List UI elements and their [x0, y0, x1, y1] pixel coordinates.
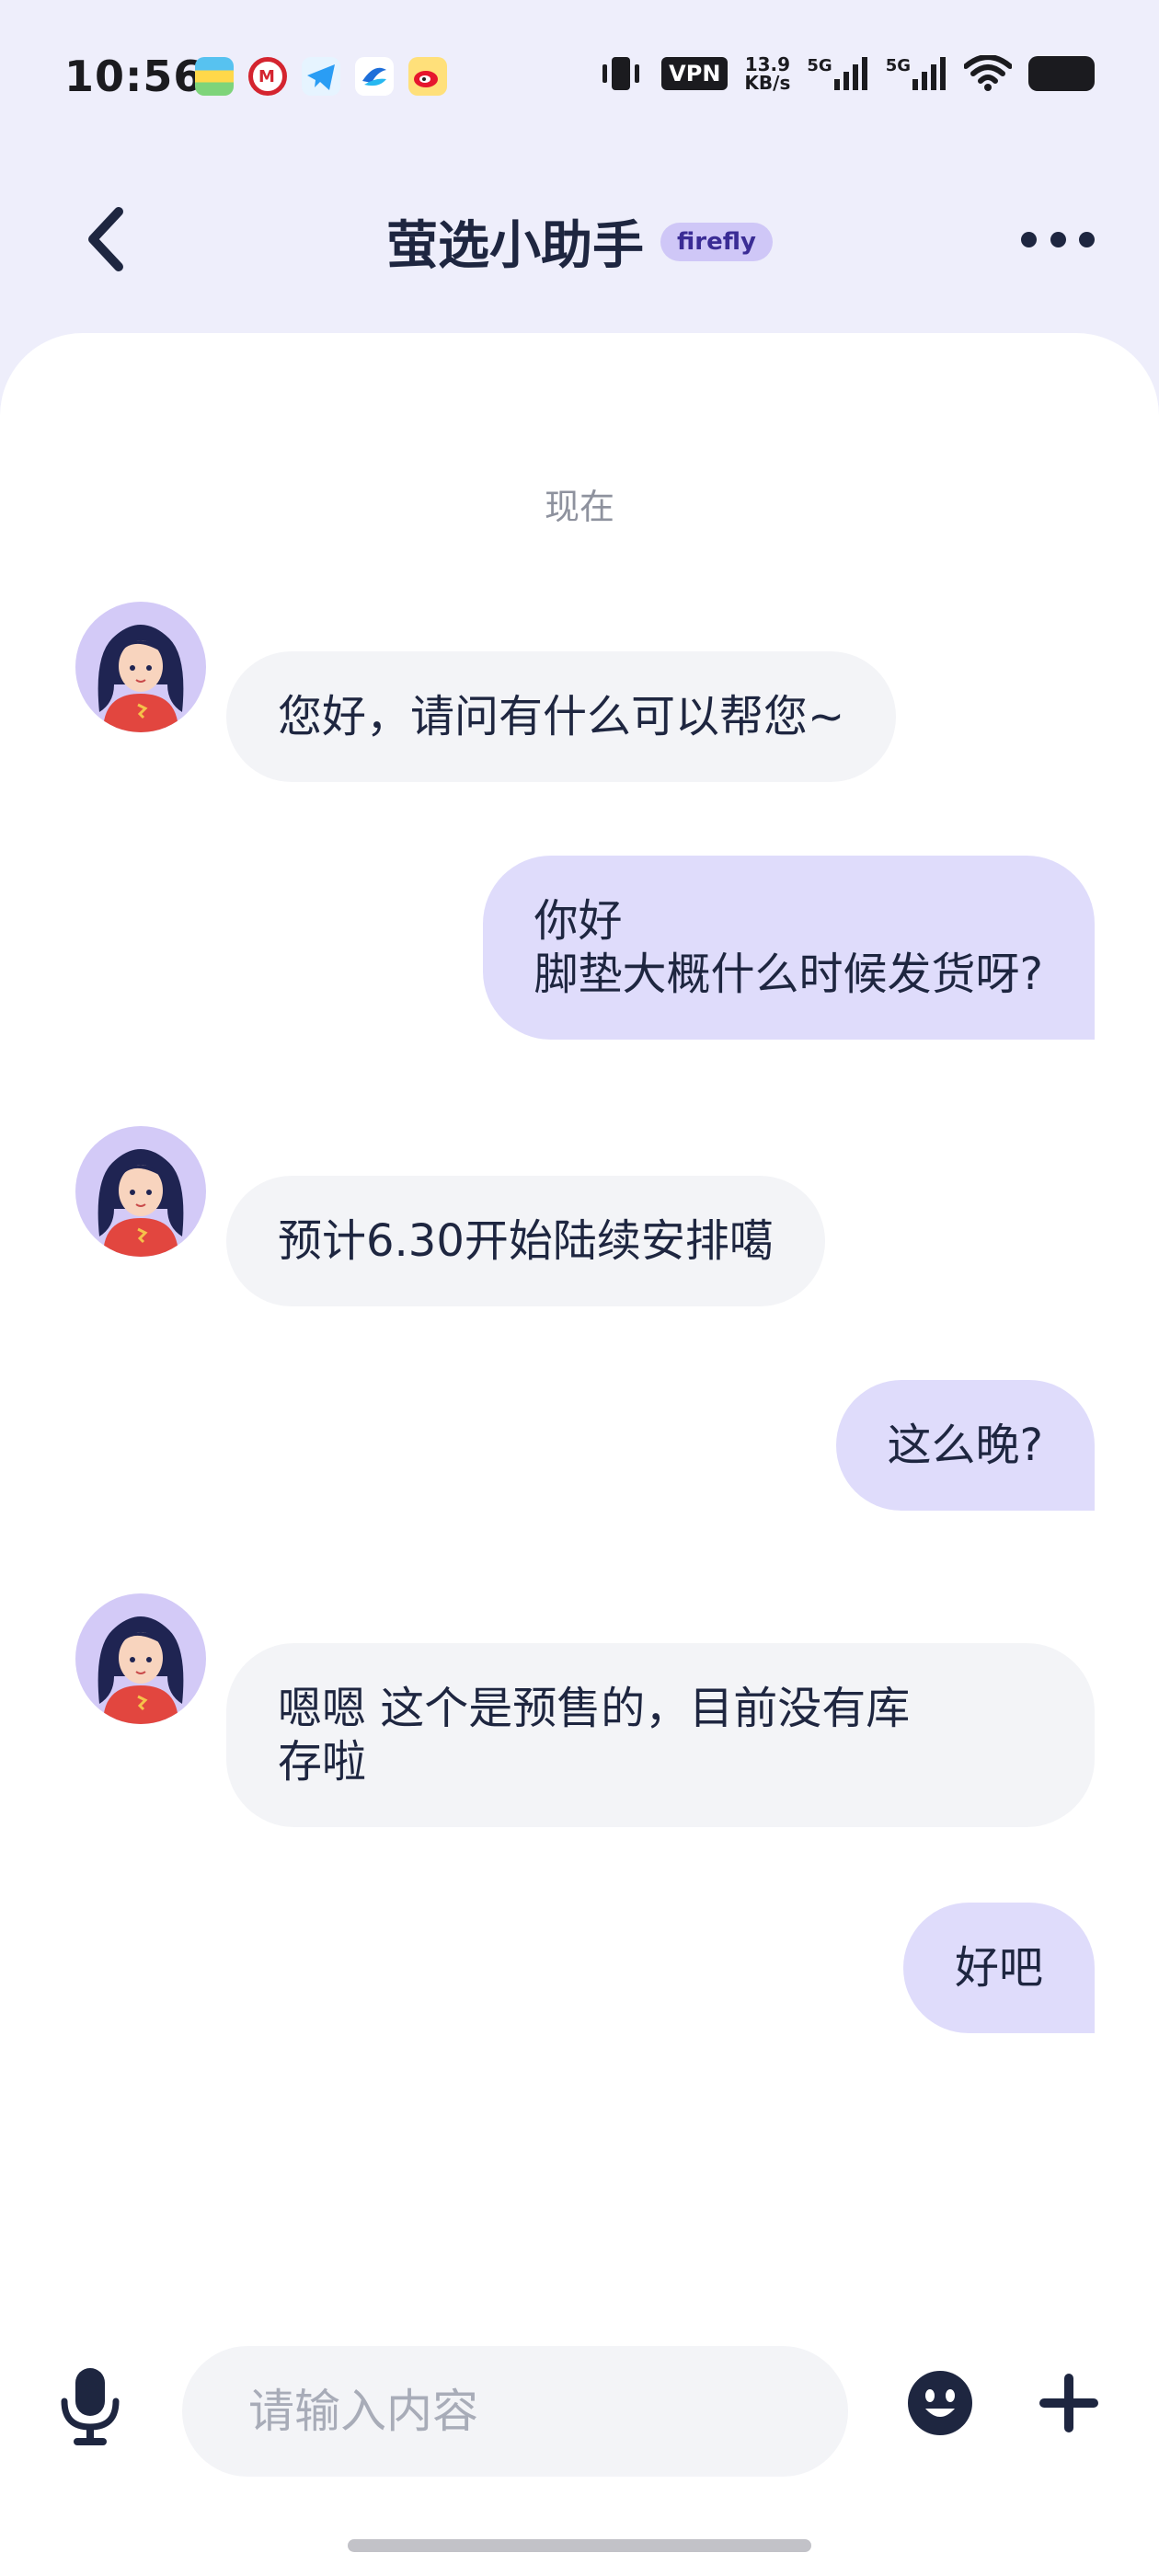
signal-2: 5G	[886, 57, 947, 90]
message-line: 你好	[534, 895, 623, 947]
microphone-icon	[61, 2368, 120, 2445]
smiley-icon	[908, 2371, 972, 2435]
weibo-app-icon	[408, 57, 447, 96]
message-incoming: 您好，请问有什么可以帮您~	[226, 651, 897, 782]
more-dot-icon	[1079, 231, 1095, 247]
title-group: 萤选小助手 firefly	[0, 204, 1159, 279]
message-line: 存啦	[278, 1736, 367, 1788]
message-incoming: 嗯嗯 这个是预售的，目前没有库 存啦	[226, 1643, 1095, 1827]
more-dot-icon	[1021, 231, 1037, 247]
assistant-avatar	[75, 602, 206, 732]
vibrate-icon	[602, 57, 640, 90]
chat-header: 萤选小助手 firefly	[0, 175, 1159, 304]
notification-icons: M	[195, 57, 447, 96]
metro-app-icon: M	[248, 57, 287, 96]
add-attachment-button[interactable]	[1038, 2372, 1100, 2434]
message-outgoing: 好吧	[902, 1903, 1095, 2033]
voice-input-button[interactable]	[57, 2364, 123, 2447]
page-title: 萤选小助手	[386, 216, 645, 276]
plus-icon	[1039, 2374, 1098, 2432]
chat-timestamp: 现在	[544, 487, 614, 527]
assistant-avatar	[75, 1593, 206, 1724]
more-options-button[interactable]	[1021, 221, 1095, 258]
wifi-icon	[964, 55, 1012, 91]
signal-1: 5G	[807, 57, 868, 90]
message-input[interactable]	[182, 2346, 848, 2477]
assistant-avatar	[75, 1126, 206, 1257]
signal-bars-icon	[833, 57, 867, 90]
message-outgoing: 你好 脚垫大概什么时候发货呀?	[482, 856, 1095, 1040]
signal-bars-icon	[912, 57, 946, 90]
message-line: 嗯嗯 这个是预售的，目前没有库	[278, 1683, 911, 1734]
message-incoming: 预计6.30开始陆续安排噶	[226, 1176, 825, 1306]
emoji-button[interactable]	[907, 2370, 973, 2436]
wallet-app-icon	[195, 57, 234, 96]
more-dot-icon	[1050, 231, 1066, 247]
chat-panel: 现在 您好，请问有什么可以帮您~ 你好 脚垫大概什么时候发货呀? 预计6.30开	[0, 333, 1159, 2576]
message-outgoing: 这么晚?	[835, 1380, 1095, 1511]
telegram-app-icon	[302, 57, 340, 96]
input-bar	[0, 2337, 1159, 2477]
home-indicator[interactable]	[348, 2539, 811, 2552]
status-bar: 10:56 M VPN 13.9 KB/s 5G 5G	[0, 0, 1159, 156]
system-status-icons: VPN 13.9 KB/s 5G 5G	[597, 55, 1095, 92]
status-time: 10:56	[64, 52, 204, 101]
battery-icon	[1028, 56, 1095, 91]
network-speed: 13.9 KB/s	[744, 53, 791, 94]
vpn-indicator: VPN	[661, 57, 729, 90]
tencent-app-icon	[355, 57, 394, 96]
message-line: 脚垫大概什么时候发货呀?	[534, 949, 1043, 1000]
brand-badge: firefly	[660, 222, 773, 261]
